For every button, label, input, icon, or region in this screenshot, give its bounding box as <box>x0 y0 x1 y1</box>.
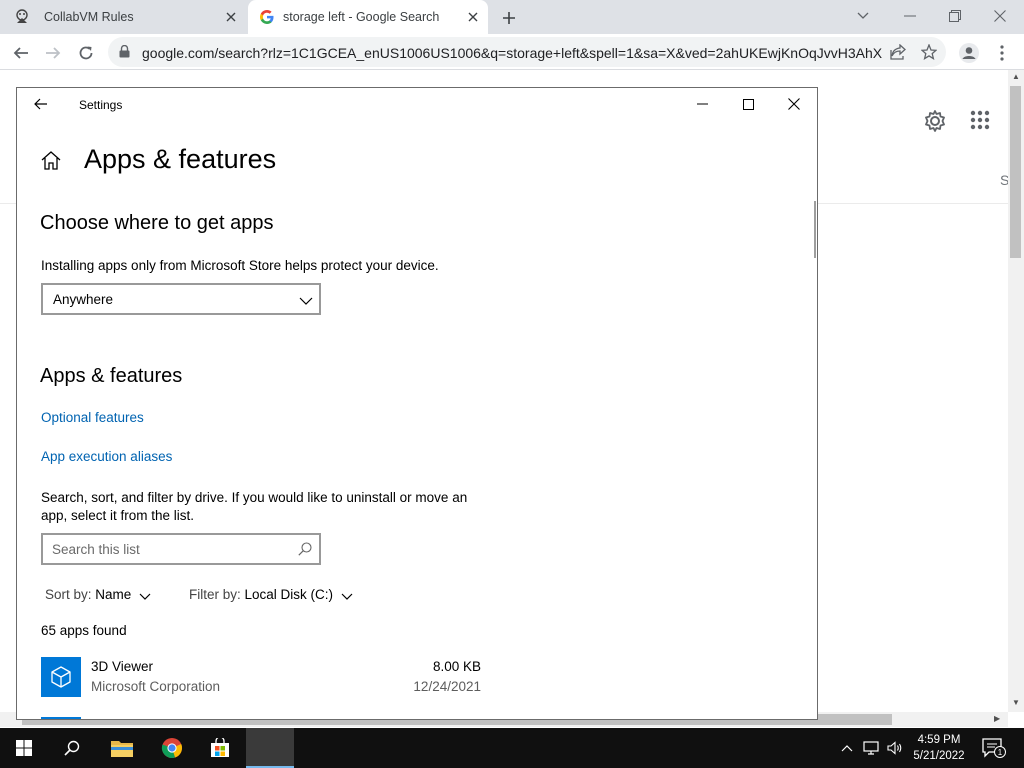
settings-window-title: Settings <box>79 98 123 112</box>
settings-maximize-button[interactable] <box>725 88 771 120</box>
browser-toolbar: google.com/search?rlz=1C1GCEA_enUS1006US… <box>0 34 1024 70</box>
start-windows-icon[interactable] <box>0 728 48 768</box>
scroll-up-arrow-icon[interactable]: ▲ <box>1012 72 1020 81</box>
app-source-value: Anywhere <box>53 292 114 307</box>
search-description-line-2: app, select it from the list. <box>41 508 195 523</box>
home-icon[interactable] <box>41 151 61 175</box>
network-icon[interactable] <box>862 740 880 756</box>
close-tab-icon[interactable] <box>464 8 482 26</box>
microsoft-store-icon[interactable] <box>196 728 244 768</box>
taskbar-clock[interactable]: 4:59 PM 5/21/2022 <box>908 732 970 764</box>
url-text[interactable]: google.com/search?rlz=1C1GCEA_enUS1006US… <box>142 45 882 61</box>
browser-tabstrip: CollabVM Rules storage left - Google Sea… <box>0 0 1024 34</box>
app-name: 3D Viewer <box>91 659 154 674</box>
apps-count: 65 apps found <box>41 623 127 638</box>
app-execution-aliases-link[interactable]: App execution aliases <box>41 449 172 464</box>
search-icon[interactable] <box>48 728 96 768</box>
chevron-down-icon <box>299 292 313 310</box>
action-center-notification-icon[interactable]: 1 <box>982 738 1006 763</box>
file-explorer-folder-icon[interactable] <box>98 728 146 768</box>
share-icon[interactable] <box>889 43 907 61</box>
tab-title: CollabVM Rules <box>44 10 134 24</box>
sort-by-control[interactable]: Sort by: Name <box>45 587 151 603</box>
browser-menu-icon[interactable] <box>989 40 1015 66</box>
new-tab-button[interactable] <box>498 7 520 29</box>
profile-avatar-icon[interactable] <box>956 40 982 66</box>
lock-icon <box>119 44 130 63</box>
volume-speaker-icon[interactable] <box>886 740 904 756</box>
tab-google-search[interactable]: storage left - Google Search <box>248 0 488 34</box>
settings-close-button[interactable] <box>771 88 817 120</box>
gear-icon[interactable] <box>923 109 947 138</box>
browser-close-button[interactable] <box>986 4 1014 28</box>
chevron-down-icon <box>341 588 353 603</box>
tab-title: storage left - Google Search <box>283 10 440 24</box>
app-search-box[interactable] <box>41 533 321 565</box>
optional-features-link[interactable]: Optional features <box>41 410 144 425</box>
notification-count: 1 <box>998 748 1003 757</box>
address-bar[interactable]: google.com/search?rlz=1C1GCEA_enUS1006US… <box>108 37 946 67</box>
search-input[interactable] <box>52 540 282 558</box>
chevron-down-icon <box>139 588 151 603</box>
choose-apps-description: Installing apps only from Microsoft Stor… <box>41 258 439 273</box>
close-tab-icon[interactable] <box>222 8 240 26</box>
app-install-date: 12/24/2021 <box>413 679 481 694</box>
browser-restore-button[interactable] <box>941 4 969 28</box>
settings-window: Settings Apps & features Choose where to… <box>16 87 818 720</box>
clock-date: 5/21/2022 <box>913 750 965 762</box>
settings-minimize-button[interactable] <box>679 88 725 120</box>
collabvm-favicon-icon <box>14 9 30 25</box>
scroll-down-arrow-icon[interactable]: ▼ <box>1012 698 1020 707</box>
filter-by-control[interactable]: Filter by: Local Disk (C:) <box>189 587 353 603</box>
sort-by-value: Name <box>95 587 132 602</box>
tab-search-chevron-icon[interactable] <box>849 4 877 28</box>
app-size: 8.00 KB <box>432 659 481 674</box>
apps-features-heading: Apps & features <box>40 365 183 387</box>
show-hidden-icons-chevron-up-icon[interactable] <box>838 740 856 756</box>
chrome-icon[interactable] <box>148 728 196 768</box>
search-icon[interactable] <box>298 542 312 561</box>
back-arrow-icon[interactable] <box>8 40 34 66</box>
search-description-line-1: Search, sort, and filter by drive. If yo… <box>41 490 468 505</box>
back-arrow-icon[interactable] <box>31 94 51 114</box>
settings-scroll-indicator[interactable] <box>814 201 816 258</box>
browser-minimize-button[interactable] <box>896 4 924 28</box>
app-list-item[interactable]: 3D Viewer Microsoft Corporation 8.00 KB … <box>41 655 481 701</box>
tab-collabvm-rules[interactable]: CollabVM Rules <box>0 0 246 34</box>
filter-by-label: Filter by: <box>189 587 241 602</box>
app-source-dropdown[interactable]: Anywhere <box>41 283 321 315</box>
forward-arrow-icon[interactable] <box>40 40 66 66</box>
bookmark-star-icon[interactable] <box>920 43 938 61</box>
google-apps-grid-icon[interactable] <box>970 110 990 135</box>
page-title: Apps & features <box>84 144 277 174</box>
settings-taskbar-button[interactable] <box>246 728 294 768</box>
settings-titlebar: Settings <box>17 88 817 120</box>
sort-by-label: Sort by: <box>45 587 92 602</box>
google-favicon-icon <box>259 9 275 25</box>
windows-taskbar: 4:59 PM 5/21/2022 1 <box>0 728 1024 768</box>
page-vertical-scroll-thumb[interactable] <box>1010 86 1021 258</box>
choose-apps-heading: Choose where to get apps <box>40 212 274 234</box>
reload-icon[interactable] <box>73 40 99 66</box>
filter-by-value: Local Disk (C:) <box>244 587 334 602</box>
app-publisher: Microsoft Corporation <box>91 679 221 694</box>
scroll-right-arrow-icon[interactable]: ▶ <box>994 714 1000 723</box>
next-app-icon-partial[interactable] <box>41 717 81 719</box>
clock-time: 4:59 PM <box>917 734 961 746</box>
3d-viewer-cube-icon <box>41 657 81 697</box>
